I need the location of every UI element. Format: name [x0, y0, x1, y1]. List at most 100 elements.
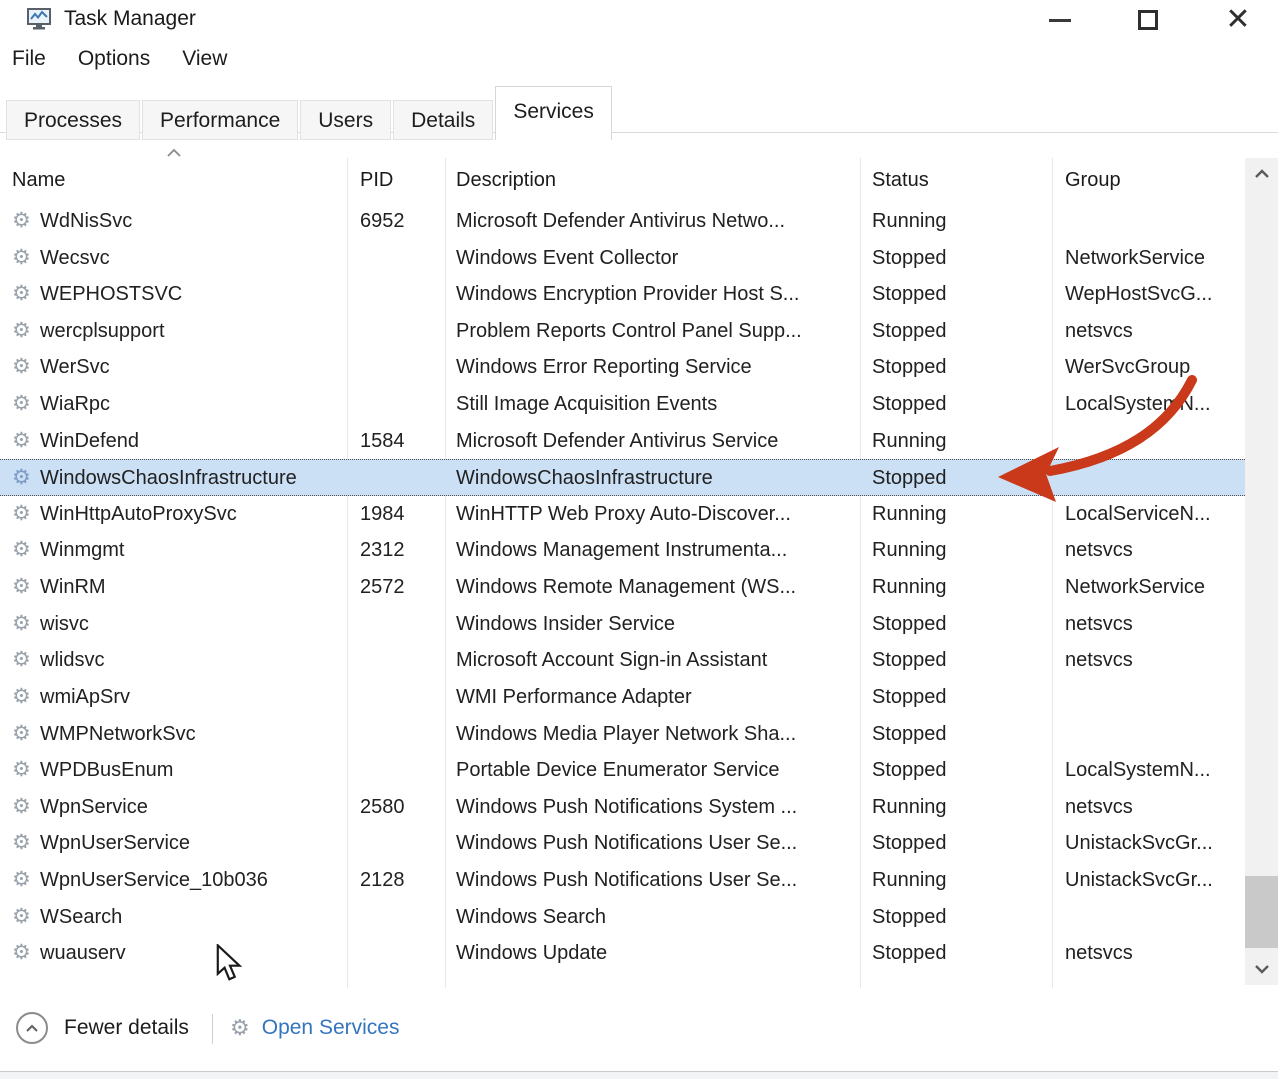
- table-row-WerSvc[interactable]: ⚙ WerSvc Windows Error Reporting Service…: [0, 349, 1245, 386]
- cell-name: wuauserv: [40, 935, 340, 972]
- cell-name: wlidsvc: [40, 642, 340, 679]
- cell-pid: [360, 386, 440, 423]
- column-header-name[interactable]: Name: [12, 158, 65, 203]
- vertical-scrollbar[interactable]: [1245, 158, 1278, 985]
- scrollbar-thumb[interactable]: [1245, 876, 1278, 948]
- service-gear-icon: ⚙: [12, 935, 31, 972]
- service-gear-icon: ⚙: [12, 386, 31, 423]
- table-row-WPDBusEnum[interactable]: ⚙ WPDBusEnum Portable Device Enumerator …: [0, 752, 1245, 789]
- table-row-WinDefend[interactable]: ⚙ WinDefend 1584 Microsoft Defender Anti…: [0, 423, 1245, 460]
- cell-description: Portable Device Enumerator Service: [456, 752, 854, 789]
- cell-group: LocalServiceN...: [1065, 496, 1241, 533]
- cell-pid: [360, 349, 440, 386]
- column-header-pid[interactable]: PID: [360, 158, 393, 203]
- service-gear-icon: ⚙: [12, 203, 31, 240]
- tab-services[interactable]: Services: [495, 86, 612, 140]
- service-gear-icon: ⚙: [12, 496, 31, 533]
- service-gear-icon: ⚙: [12, 825, 31, 862]
- table-row-wuauserv[interactable]: ⚙ wuauserv Windows Update Stopped netsvc…: [0, 935, 1245, 972]
- task-manager-icon: [26, 6, 52, 32]
- cell-group: netsvcs: [1065, 789, 1241, 826]
- cell-description: Windows Update: [456, 935, 854, 972]
- cell-status: Running: [872, 496, 1044, 533]
- cell-description: WMI Performance Adapter: [456, 679, 854, 716]
- cell-pid: 6952: [360, 203, 440, 240]
- service-gear-icon: ⚙: [12, 423, 31, 460]
- cell-status: Stopped: [872, 240, 1044, 277]
- cell-status: Stopped: [872, 606, 1044, 643]
- table-row-WindowsChaosInfrastructure[interactable]: ⚙ WindowsChaosInfrastructure WindowsChao…: [0, 459, 1245, 496]
- table-row-WinRM[interactable]: ⚙ WinRM 2572 Windows Remote Management (…: [0, 569, 1245, 606]
- cell-description: WinHTTP Web Proxy Auto-Discover...: [456, 496, 854, 533]
- column-header-description[interactable]: Description: [456, 158, 556, 203]
- table-row-Winmgmt[interactable]: ⚙ Winmgmt 2312 Windows Management Instru…: [0, 532, 1245, 569]
- cell-pid: [360, 460, 440, 495]
- cell-status: Stopped: [872, 935, 1044, 972]
- fewer-details-button[interactable]: Fewer details: [16, 1012, 189, 1044]
- cell-status: Stopped: [872, 386, 1044, 423]
- cell-group: UnistackSvcGr...: [1065, 862, 1241, 899]
- menu-item-options[interactable]: Options: [78, 47, 150, 71]
- table-row-WiaRpc[interactable]: ⚙ WiaRpc Still Image Acquisition Events …: [0, 386, 1245, 423]
- table-row-Wecsvc[interactable]: ⚙ Wecsvc Windows Event Collector Stopped…: [0, 240, 1245, 277]
- fewer-details-label: Fewer details: [64, 1016, 189, 1040]
- close-button[interactable]: ✕: [1206, 0, 1270, 40]
- cell-group: netsvcs: [1065, 935, 1241, 972]
- scroll-up-button[interactable]: [1245, 158, 1278, 190]
- tab-performance[interactable]: Performance: [142, 100, 298, 140]
- cell-description: Windows Push Notifications System ...: [456, 789, 854, 826]
- service-gear-icon: ⚙: [12, 606, 31, 643]
- chevron-up-icon: [1254, 169, 1270, 179]
- table-row-WinHttpAutoProxySvc[interactable]: ⚙ WinHttpAutoProxySvc 1984 WinHTTP Web P…: [0, 496, 1245, 533]
- open-services-link[interactable]: ⚙ Open Services: [230, 1012, 399, 1044]
- table-row-wercplsupport[interactable]: ⚙ wercplsupport Problem Reports Control …: [0, 313, 1245, 350]
- menu-item-view[interactable]: View: [182, 47, 227, 71]
- table-row-wmiApSrv[interactable]: ⚙ wmiApSrv WMI Performance Adapter Stopp…: [0, 679, 1245, 716]
- cell-name: wisvc: [40, 606, 340, 643]
- maximize-icon: [1138, 10, 1158, 30]
- table-row-WdNisSvc[interactable]: ⚙ WdNisSvc 6952 Microsoft Defender Antiv…: [0, 203, 1245, 240]
- cell-name: WiaRpc: [40, 386, 340, 423]
- cell-description: Windows Search: [456, 899, 854, 936]
- cell-pid: [360, 313, 440, 350]
- cell-group: UnistackSvcGr...: [1065, 825, 1241, 862]
- gear-icon: ⚙: [230, 1012, 250, 1044]
- column-header-status[interactable]: Status: [872, 158, 929, 203]
- tab-processes[interactable]: Processes: [6, 100, 140, 140]
- cell-status: Stopped: [872, 460, 1044, 495]
- cell-name: WinDefend: [40, 423, 340, 460]
- cell-name: wercplsupport: [40, 313, 340, 350]
- cell-group: [1065, 899, 1241, 936]
- tab-details[interactable]: Details: [393, 100, 493, 140]
- cell-group: WerSvcGroup: [1065, 349, 1241, 386]
- cell-pid: [360, 899, 440, 936]
- menu-item-file[interactable]: File: [12, 47, 46, 71]
- cell-status: Stopped: [872, 752, 1044, 789]
- table-row-WEPHOSTSVC[interactable]: ⚙ WEPHOSTSVC Windows Encryption Provider…: [0, 276, 1245, 313]
- cell-pid: [360, 716, 440, 753]
- scroll-down-button[interactable]: [1245, 953, 1278, 985]
- table-row-WSearch[interactable]: ⚙ WSearch Windows Search Stopped: [0, 899, 1245, 936]
- footer-separator: [212, 1014, 213, 1044]
- table-row-wlidsvc[interactable]: ⚙ wlidsvc Microsoft Account Sign-in Assi…: [0, 642, 1245, 679]
- maximize-button[interactable]: [1116, 0, 1180, 40]
- cell-group: WepHostSvcG...: [1065, 276, 1241, 313]
- column-header-group[interactable]: Group: [1065, 158, 1121, 203]
- cell-status: Running: [872, 569, 1044, 606]
- tab-strip: ProcessesPerformanceUsersDetailsServices: [6, 86, 614, 140]
- table-row-WpnService[interactable]: ⚙ WpnService 2580 Windows Push Notificat…: [0, 789, 1245, 826]
- minimize-button[interactable]: [1028, 0, 1092, 40]
- service-gear-icon: ⚙: [12, 313, 31, 350]
- cell-description: Windows Event Collector: [456, 240, 854, 277]
- cell-pid: [360, 935, 440, 972]
- table-row-wisvc[interactable]: ⚙ wisvc Windows Insider Service Stopped …: [0, 606, 1245, 643]
- cell-status: Running: [872, 203, 1044, 240]
- tab-users[interactable]: Users: [300, 100, 391, 140]
- table-row-WpnUserService_10b036[interactable]: ⚙ WpnUserService_10b036 2128 Windows Pus…: [0, 862, 1245, 899]
- cell-group: NetworkService: [1065, 569, 1241, 606]
- table-row-WpnUserService[interactable]: ⚙ WpnUserService Windows Push Notificati…: [0, 825, 1245, 862]
- cell-description: Windows Media Player Network Sha...: [456, 716, 854, 753]
- cell-name: Winmgmt: [40, 532, 340, 569]
- cell-description: Microsoft Account Sign-in Assistant: [456, 642, 854, 679]
- table-row-WMPNetworkSvc[interactable]: ⚙ WMPNetworkSvc Windows Media Player Net…: [0, 716, 1245, 753]
